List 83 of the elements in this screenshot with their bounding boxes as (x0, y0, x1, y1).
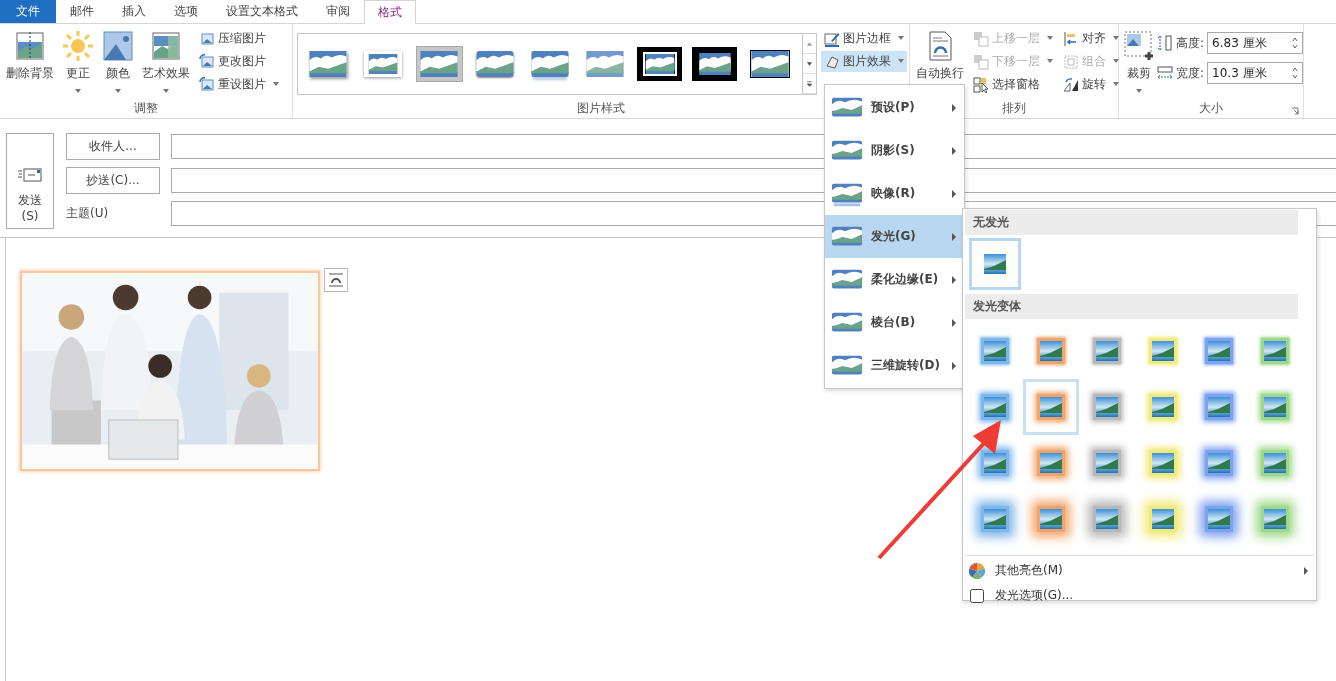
spinner-icon (1292, 37, 1299, 49)
picture-icon (102, 30, 134, 62)
color-wheel-icon (969, 562, 985, 579)
field-label: 高度: (1176, 34, 1205, 52)
dialog-launcher-icon[interactable] (1291, 107, 1299, 115)
scroll-down-icon (806, 60, 813, 67)
style-thumbnail[interactable] (692, 47, 738, 81)
change-picture-icon (199, 53, 215, 70)
group-label: 调整 (134, 100, 158, 117)
menu-item[interactable]: 柔化边缘(E) (825, 258, 964, 301)
scroll-up-icon (806, 40, 813, 47)
ribbon-tab[interactable]: 邮件 (56, 0, 108, 23)
submenu-arrow-icon (952, 361, 956, 370)
ribbon-tab[interactable]: 格式 (364, 0, 416, 24)
submenu-arrow-icon (952, 146, 956, 155)
layout-options-icon[interactable] (324, 268, 348, 292)
reset-picture-icon (199, 76, 215, 93)
rotate-icon (1063, 76, 1079, 93)
ribbon-tab[interactable]: 插入 (108, 0, 160, 23)
group-icon (1063, 53, 1079, 70)
group-label: 图片样式 (577, 100, 625, 117)
menu-item[interactable]: 其他亮色(M) (965, 558, 1314, 583)
artistic-effect-icon (150, 30, 182, 62)
style-thumbnail[interactable] (747, 47, 792, 81)
group-label: 排列 (1002, 100, 1026, 117)
ribbon-button[interactable]: 图片效果 (821, 51, 907, 72)
menu-item[interactable]: 三维旋转(D) (825, 344, 964, 387)
submenu-arrow-icon (952, 318, 956, 327)
ribbon-button[interactable]: 选择窗格 (970, 74, 1056, 95)
glow-option[interactable] (1023, 379, 1079, 435)
style-thumbnail[interactable] (637, 47, 683, 81)
align-icon (1063, 30, 1079, 47)
ribbon-button[interactable]: 更改图片 (196, 51, 282, 72)
group-label: 大小 (1199, 100, 1223, 117)
remove-background-icon (14, 30, 46, 62)
menu-item[interactable]: 发光选项(G)... (965, 583, 1314, 608)
section-header: 发光变体 (965, 294, 1298, 319)
no-glow-option[interactable] (969, 238, 1021, 290)
ribbon-button[interactable]: 压缩图片 (196, 28, 282, 49)
expand-icon (806, 80, 813, 87)
ribbon-button[interactable]: 裁剪 (1123, 26, 1155, 100)
ribbon-tab[interactable]: 设置文本格式 (212, 0, 312, 23)
ribbon-button[interactable]: 艺术效果 (140, 26, 192, 100)
field-label: 宽度: (1176, 64, 1205, 82)
ribbon-button[interactable]: 更正 (60, 26, 96, 100)
section-header: 无发光 (965, 210, 1298, 235)
ribbon-button[interactable]: 旋转 (1060, 74, 1122, 95)
landscape-icon (984, 254, 1006, 274)
subject-label: 主题(U) (66, 205, 110, 222)
submenu-arrow-icon (952, 189, 956, 198)
to-button[interactable]: 收件人... (66, 133, 160, 160)
ribbon-button[interactable]: 颜色 (100, 26, 136, 100)
send-backward-icon (973, 53, 989, 70)
ribbon-button[interactable]: 删除背景 (4, 26, 56, 100)
height-icon (1157, 35, 1173, 51)
menu-item[interactable]: 阴影(S) (825, 129, 964, 172)
ribbon-tab[interactable]: 审阅 (312, 0, 364, 23)
crop-icon (1123, 30, 1155, 62)
send-button[interactable]: 发送 (S) (6, 133, 54, 229)
style-thumbnail[interactable] (415, 46, 463, 82)
submenu-arrow-icon (952, 275, 956, 284)
submenu-arrow-icon (1304, 566, 1308, 575)
submenu-arrow-icon (952, 232, 956, 241)
menu-item[interactable]: 映像(R) (825, 172, 964, 215)
height-field[interactable]: 6.83 厘米 (1207, 32, 1304, 54)
selection-pane-icon (973, 76, 989, 93)
width-field[interactable]: 10.3 厘米 (1207, 62, 1304, 84)
compress-picture-icon (199, 30, 215, 47)
width-icon (1157, 65, 1173, 81)
bring-forward-icon (973, 30, 989, 47)
ribbon-tab[interactable]: 选项 (160, 0, 212, 23)
ribbon-tab[interactable]: 文件 (0, 0, 56, 23)
ribbon-button[interactable]: 重设图片 (196, 74, 282, 95)
envelope-icon (18, 168, 42, 182)
menu-item[interactable]: 棱台(B) (825, 301, 964, 344)
spinner-icon (1292, 67, 1299, 79)
menu-item[interactable]: 发光(G) (825, 215, 964, 258)
ribbon-button[interactable]: 图片边框 (821, 28, 907, 49)
ribbon-button[interactable]: 对齐 (1060, 28, 1122, 49)
cc-button[interactable]: 抄送(C)... (66, 167, 160, 194)
submenu-arrow-icon (952, 103, 956, 112)
sun-icon (62, 30, 94, 62)
pencil-icon (824, 30, 840, 47)
